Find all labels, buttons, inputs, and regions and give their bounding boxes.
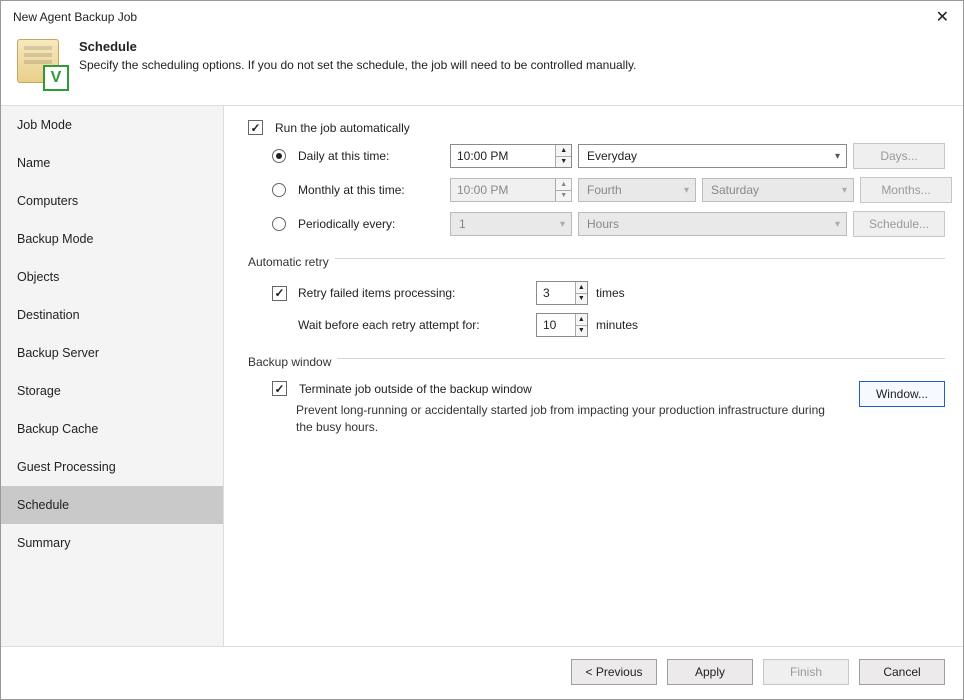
- sidebar-item-schedule[interactable]: Schedule: [1, 486, 223, 524]
- daily-day-select[interactable]: Everyday ▾: [578, 144, 847, 168]
- periodic-radio[interactable]: [272, 217, 286, 231]
- spin-up-icon[interactable]: ▲: [576, 282, 587, 294]
- wizard-sidebar: Job Mode Name Computers Backup Mode Obje…: [1, 106, 224, 646]
- chevron-down-icon: ▾: [684, 185, 689, 196]
- daily-label: Daily at this time:: [298, 149, 444, 163]
- periodic-value: 1: [459, 217, 466, 231]
- periodic-label: Periodically every:: [298, 217, 444, 231]
- automatic-retry-section: Automatic retry: [248, 255, 329, 269]
- spin-down-icon[interactable]: ▼: [576, 294, 587, 305]
- wait-label: Wait before each retry attempt for:: [298, 318, 530, 332]
- monthly-ordinal-value: Fourth: [587, 183, 622, 197]
- wait-minutes-input[interactable]: ▲▼: [536, 313, 588, 337]
- sidebar-item-storage[interactable]: Storage: [1, 372, 223, 410]
- apply-button[interactable]: Apply: [667, 659, 753, 685]
- close-icon[interactable]: ✕: [932, 7, 953, 27]
- sidebar-item-backup-server[interactable]: Backup Server: [1, 334, 223, 372]
- schedule-button[interactable]: Schedule...: [853, 211, 945, 237]
- retry-count-input[interactable]: ▲▼: [536, 281, 588, 305]
- chevron-down-icon: ▾: [560, 219, 565, 230]
- sidebar-item-guest-processing[interactable]: Guest Processing: [1, 448, 223, 486]
- sidebar-item-destination[interactable]: Destination: [1, 296, 223, 334]
- wait-unit: minutes: [596, 318, 945, 332]
- page-subtitle: Specify the scheduling options. If you d…: [79, 58, 636, 72]
- chevron-down-icon: ▾: [835, 219, 840, 230]
- months-button[interactable]: Months...: [860, 177, 952, 203]
- page-title: Schedule: [79, 39, 636, 54]
- periodic-unit-value: Hours: [587, 217, 619, 231]
- daily-time-value[interactable]: [451, 145, 555, 167]
- days-button[interactable]: Days...: [853, 143, 945, 169]
- chevron-down-icon: ▾: [842, 185, 847, 196]
- retry-label: Retry failed items processing:: [298, 286, 530, 300]
- monthly-ordinal-select[interactable]: Fourth ▾: [578, 178, 696, 202]
- monthly-time-input[interactable]: ▲▼: [450, 178, 572, 202]
- sidebar-item-name[interactable]: Name: [1, 144, 223, 182]
- sidebar-item-objects[interactable]: Objects: [1, 258, 223, 296]
- monthly-radio[interactable]: [272, 183, 286, 197]
- sidebar-item-backup-mode[interactable]: Backup Mode: [1, 220, 223, 258]
- wait-minutes-value[interactable]: [537, 314, 575, 336]
- divider: [337, 358, 945, 359]
- divider: [335, 258, 945, 259]
- monthly-weekday-select[interactable]: Saturday ▾: [702, 178, 854, 202]
- spin-up-icon[interactable]: ▲: [556, 145, 571, 157]
- sidebar-item-backup-cache[interactable]: Backup Cache: [1, 410, 223, 448]
- backup-window-description: Prevent long-running or accidentally sta…: [296, 402, 836, 437]
- sidebar-item-summary[interactable]: Summary: [1, 524, 223, 562]
- window-button[interactable]: Window...: [859, 381, 945, 407]
- spin-up-icon[interactable]: ▲: [576, 314, 587, 326]
- backup-window-section: Backup window: [248, 355, 331, 369]
- spin-up-icon: ▲: [556, 179, 571, 191]
- wizard-header: V Schedule Specify the scheduling option…: [1, 31, 963, 105]
- run-automatically-label: Run the job automatically: [275, 121, 410, 135]
- sidebar-item-job-mode[interactable]: Job Mode: [1, 106, 223, 144]
- periodic-value-select[interactable]: 1 ▾: [450, 212, 572, 236]
- chevron-down-icon: ▾: [835, 151, 840, 162]
- spin-down-icon: ▼: [556, 191, 571, 202]
- sidebar-item-computers[interactable]: Computers: [1, 182, 223, 220]
- monthly-time-value: [451, 179, 555, 201]
- terminate-label: Terminate job outside of the backup wind…: [299, 382, 532, 396]
- retry-count-value[interactable]: [537, 282, 575, 304]
- monthly-weekday-value: Saturday: [711, 183, 759, 197]
- terminate-checkbox[interactable]: [272, 381, 287, 396]
- monthly-label: Monthly at this time:: [298, 183, 444, 197]
- run-automatically-checkbox[interactable]: [248, 120, 263, 135]
- retry-checkbox[interactable]: [272, 286, 287, 301]
- wizard-icon: V: [17, 39, 65, 87]
- daily-day-value: Everyday: [587, 149, 637, 163]
- cancel-button[interactable]: Cancel: [859, 659, 945, 685]
- periodic-unit-select[interactable]: Hours ▾: [578, 212, 847, 236]
- retry-unit: times: [596, 286, 945, 300]
- finish-button: Finish: [763, 659, 849, 685]
- wizard-footer: < Previous Apply Finish Cancel: [1, 646, 963, 699]
- previous-button[interactable]: < Previous: [571, 659, 657, 685]
- spin-down-icon[interactable]: ▼: [556, 157, 571, 168]
- daily-radio[interactable]: [272, 149, 286, 163]
- spin-down-icon[interactable]: ▼: [576, 326, 587, 337]
- window-title: New Agent Backup Job: [13, 10, 932, 24]
- daily-time-input[interactable]: ▲▼: [450, 144, 572, 168]
